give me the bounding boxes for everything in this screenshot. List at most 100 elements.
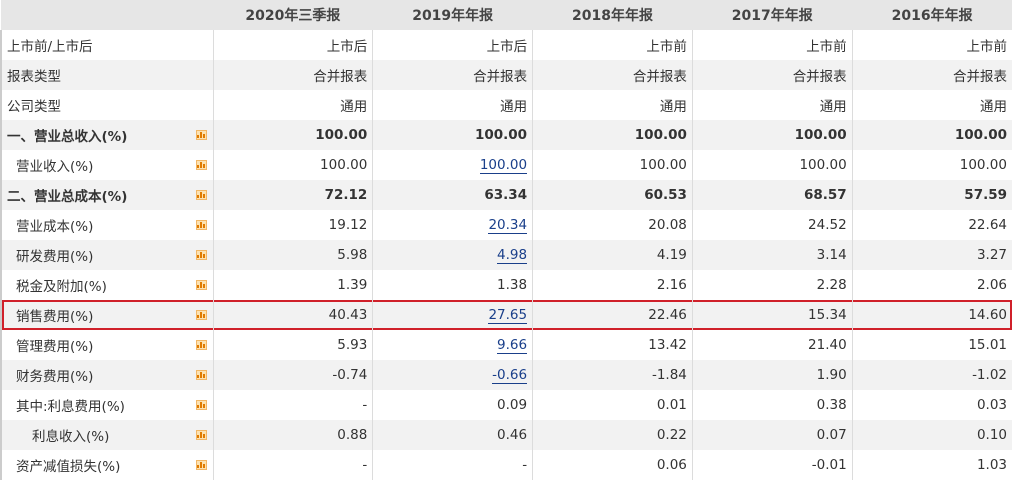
value: 0.07	[816, 427, 847, 443]
value: 72.12	[324, 187, 368, 203]
value-link[interactable]: 100.00	[479, 157, 528, 174]
cell: 100.00	[372, 150, 533, 180]
cell: 合并报表	[372, 60, 533, 90]
value: 通用	[340, 99, 368, 115]
value: 2.16	[656, 277, 687, 293]
value: 100.00	[320, 157, 368, 173]
value: 1.03	[976, 457, 1007, 473]
bar-chart-icon[interactable]	[195, 430, 207, 440]
table-row: 公司类型 通用 通用 通用 通用 通用	[0, 90, 1012, 120]
cell: 100.00	[691, 120, 853, 150]
cell: 100.00	[691, 150, 853, 180]
cell: 20.08	[532, 210, 693, 240]
value: 15.34	[808, 307, 847, 323]
value: -1.02	[972, 367, 1007, 383]
column-header: 2016年年报	[852, 0, 1012, 30]
bar-chart-icon[interactable]	[195, 310, 207, 320]
cell: 100.00	[851, 150, 1012, 180]
cell: -1.02	[851, 360, 1012, 390]
value: 4.19	[656, 247, 687, 263]
row-label-text: 营业收入(%)	[16, 159, 94, 175]
value-link[interactable]: 20.34	[488, 217, 528, 234]
bar-chart-icon[interactable]	[195, 130, 207, 140]
value: -	[362, 457, 368, 473]
value: 上市前	[806, 39, 847, 55]
table-row: 利息收入(%) 0.88 0.46 0.22 0.07 0.10	[0, 420, 1012, 450]
cell: 14.60	[851, 300, 1012, 330]
cell: 上市前	[532, 30, 693, 60]
value: 15.01	[968, 337, 1007, 353]
cell: -	[212, 390, 373, 420]
cell: 3.27	[851, 240, 1012, 270]
value: 0.88	[337, 427, 368, 443]
bar-chart-icon[interactable]	[195, 190, 207, 200]
column-header: 2020年三季报	[213, 0, 373, 30]
value: 22.46	[648, 307, 687, 323]
row-label-text: 一、营业总收入(%)	[7, 129, 128, 145]
value-link[interactable]: 27.65	[488, 307, 528, 324]
bar-chart-icon[interactable]	[195, 220, 207, 230]
cell: -	[372, 450, 533, 480]
value: 0.01	[656, 397, 687, 413]
table-row: 营业收入(%) 100.00 100.00 100.00 100.00 100.00	[0, 150, 1012, 180]
value: 14.60	[968, 307, 1007, 323]
cell: 合并报表	[212, 60, 373, 90]
financial-table: 2020年三季报 2019年年报 2018年年报 2017年年报 2016年年报 上市前…	[0, 0, 1012, 480]
value: 通用	[500, 99, 528, 115]
value: -	[362, 397, 368, 413]
table-row: 财务费用(%) -0.74 -0.66 -1.84 1.90 -1.02	[0, 360, 1012, 390]
value: 1.90	[816, 367, 847, 383]
value: 0.03	[976, 397, 1007, 413]
cell: 通用	[372, 90, 533, 120]
value: -0.01	[811, 457, 847, 473]
value: 上市前	[966, 39, 1008, 55]
cell: 100.00	[372, 120, 533, 150]
value: 100.00	[474, 127, 528, 143]
value: 合并报表	[313, 69, 368, 85]
bar-chart-icon[interactable]	[195, 250, 207, 260]
value-link[interactable]: 4.98	[497, 247, 528, 264]
cell: 4.19	[532, 240, 693, 270]
value: 24.52	[808, 217, 847, 233]
cell: 0.06	[532, 450, 693, 480]
cell: 100.00	[212, 120, 373, 150]
value-link[interactable]: -0.66	[492, 367, 528, 384]
row-label-text: 财务费用(%)	[16, 369, 94, 385]
value: 5.98	[337, 247, 368, 263]
table-row: 研发费用(%) 5.98 4.98 4.19 3.14 3.27	[0, 240, 1012, 270]
bar-chart-icon[interactable]	[195, 400, 207, 410]
bar-chart-icon[interactable]	[195, 280, 207, 290]
value: 上市前	[646, 39, 687, 55]
cell: 21.40	[691, 330, 853, 360]
cell: 100.00	[212, 150, 373, 180]
bar-chart-icon[interactable]	[195, 340, 207, 350]
value: 1.39	[337, 277, 368, 293]
value: 19.12	[328, 217, 368, 233]
value: 20.08	[648, 217, 687, 233]
table-row: 一、营业总收入(%) 100.00 100.00 100.00 100.00 100.00	[0, 120, 1012, 150]
value: -	[522, 457, 528, 473]
cell: 100.00	[532, 150, 693, 180]
cell: 上市后	[212, 30, 373, 60]
cell: 19.12	[212, 210, 373, 240]
row-label: 二、营业总成本(%)	[0, 180, 213, 210]
cell: 0.09	[372, 390, 533, 420]
row-label: 销售费用(%)	[0, 300, 213, 330]
cell: 1.03	[851, 450, 1012, 480]
bar-chart-icon[interactable]	[195, 460, 207, 470]
bar-chart-icon[interactable]	[195, 370, 207, 380]
value: 通用	[819, 99, 847, 115]
row-label: 一、营业总收入(%)	[0, 120, 213, 150]
value: 0.06	[656, 457, 687, 473]
value-link[interactable]: 9.66	[497, 337, 528, 354]
value: -1.84	[651, 367, 687, 383]
cell: 合并报表	[691, 60, 853, 90]
value: 1.38	[497, 277, 528, 293]
cell: 2.16	[532, 270, 693, 300]
row-label-text: 研发费用(%)	[16, 249, 94, 265]
table-row: 资产减值损失(%) - - 0.06 -0.01 1.03	[0, 450, 1012, 480]
cell: 60.53	[532, 180, 693, 210]
value: 100.00	[794, 127, 847, 143]
cell: 2.28	[691, 270, 853, 300]
bar-chart-icon[interactable]	[195, 160, 207, 170]
